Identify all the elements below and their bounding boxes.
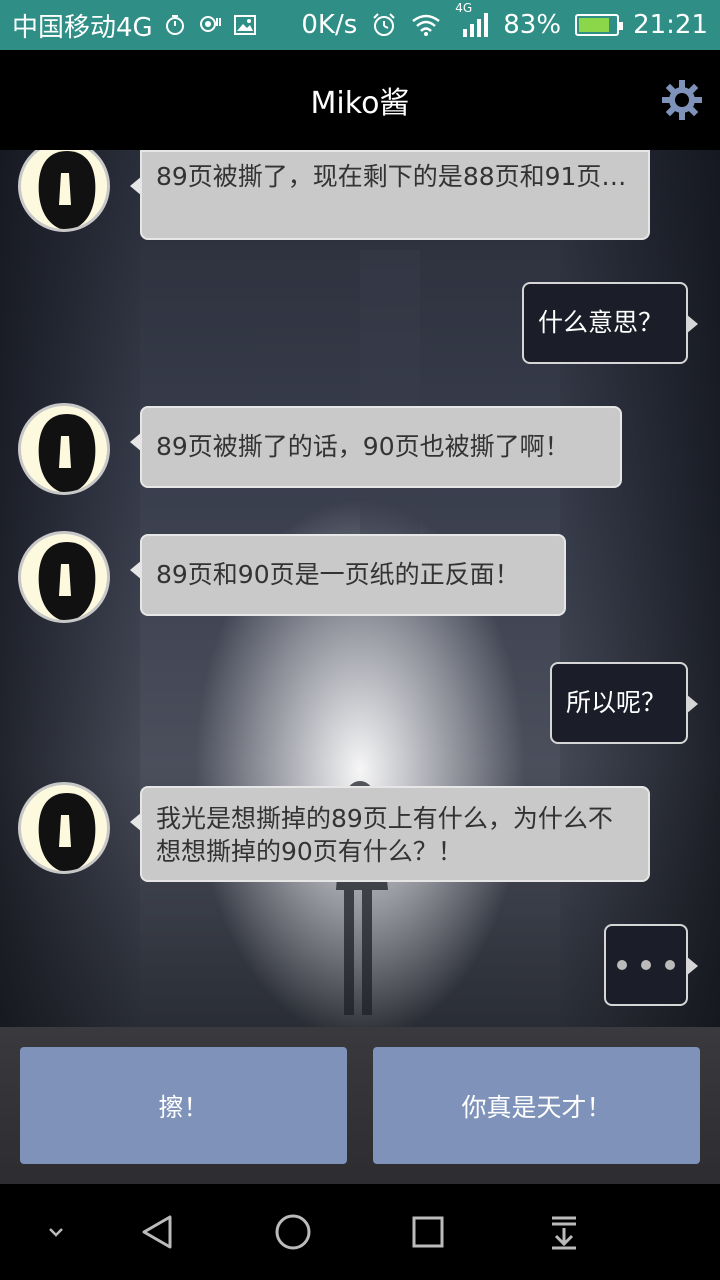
message-bubble: 89页和90页是一页纸的正反面！ [130, 534, 566, 616]
clock: 21:21 [633, 10, 708, 40]
avatar[interactable] [18, 403, 110, 495]
home-icon[interactable] [269, 1208, 317, 1256]
title-bar: Miko酱 [0, 50, 720, 150]
reply-button-2[interactable]: 你真是天才！ [373, 1047, 700, 1164]
page-title: Miko酱 [310, 86, 410, 121]
battery-icon [575, 14, 624, 36]
notification-pull-icon[interactable] [540, 1208, 588, 1256]
timer-icon [163, 13, 187, 37]
network-type: 4G [455, 1, 473, 15]
typing-indicator [604, 924, 698, 1006]
reply-options: 擦！ 你真是天才！ [0, 1027, 720, 1184]
ellipsis-icon [606, 926, 686, 1004]
reply-button-1[interactable]: 擦！ [20, 1047, 347, 1164]
location-icon [197, 13, 223, 37]
status-bar: 中国移动4G 0K/s 4G 83% 21:21 [0, 0, 720, 50]
carrier-label: 中国移动4G [12, 12, 153, 43]
chevron-down-icon[interactable] [32, 1208, 80, 1256]
message-bubble: 我光是想撕掉的89页上有什么，为什么不想想撕掉的90页有什么？！ [130, 786, 650, 882]
wifi-icon [411, 13, 441, 37]
avatar[interactable] [18, 782, 110, 874]
battery-percent: 83% [503, 10, 562, 40]
chat-area[interactable]: 89页被撕了，现在剩下的是88页和91页… 什么意思？ 89页被撕了的话，90页… [0, 150, 720, 1027]
signal-icon: 4G [455, 1, 489, 39]
recents-icon[interactable] [404, 1208, 452, 1256]
message-bubble: 89页被撕了的话，90页也被撕了啊！ [130, 406, 622, 488]
message-bubble: 89页被撕了，现在剩下的是88页和91页… [130, 150, 650, 240]
navigation-bar [0, 1184, 720, 1280]
image-icon [233, 13, 257, 37]
message-bubble: 什么意思？ [522, 282, 698, 364]
avatar[interactable] [18, 531, 110, 623]
back-icon[interactable] [134, 1208, 182, 1256]
network-speed: 0K/s [301, 10, 358, 40]
alarm-icon [371, 12, 397, 38]
gear-icon[interactable] [660, 78, 704, 122]
message-bubble: 所以呢？ [550, 662, 698, 744]
